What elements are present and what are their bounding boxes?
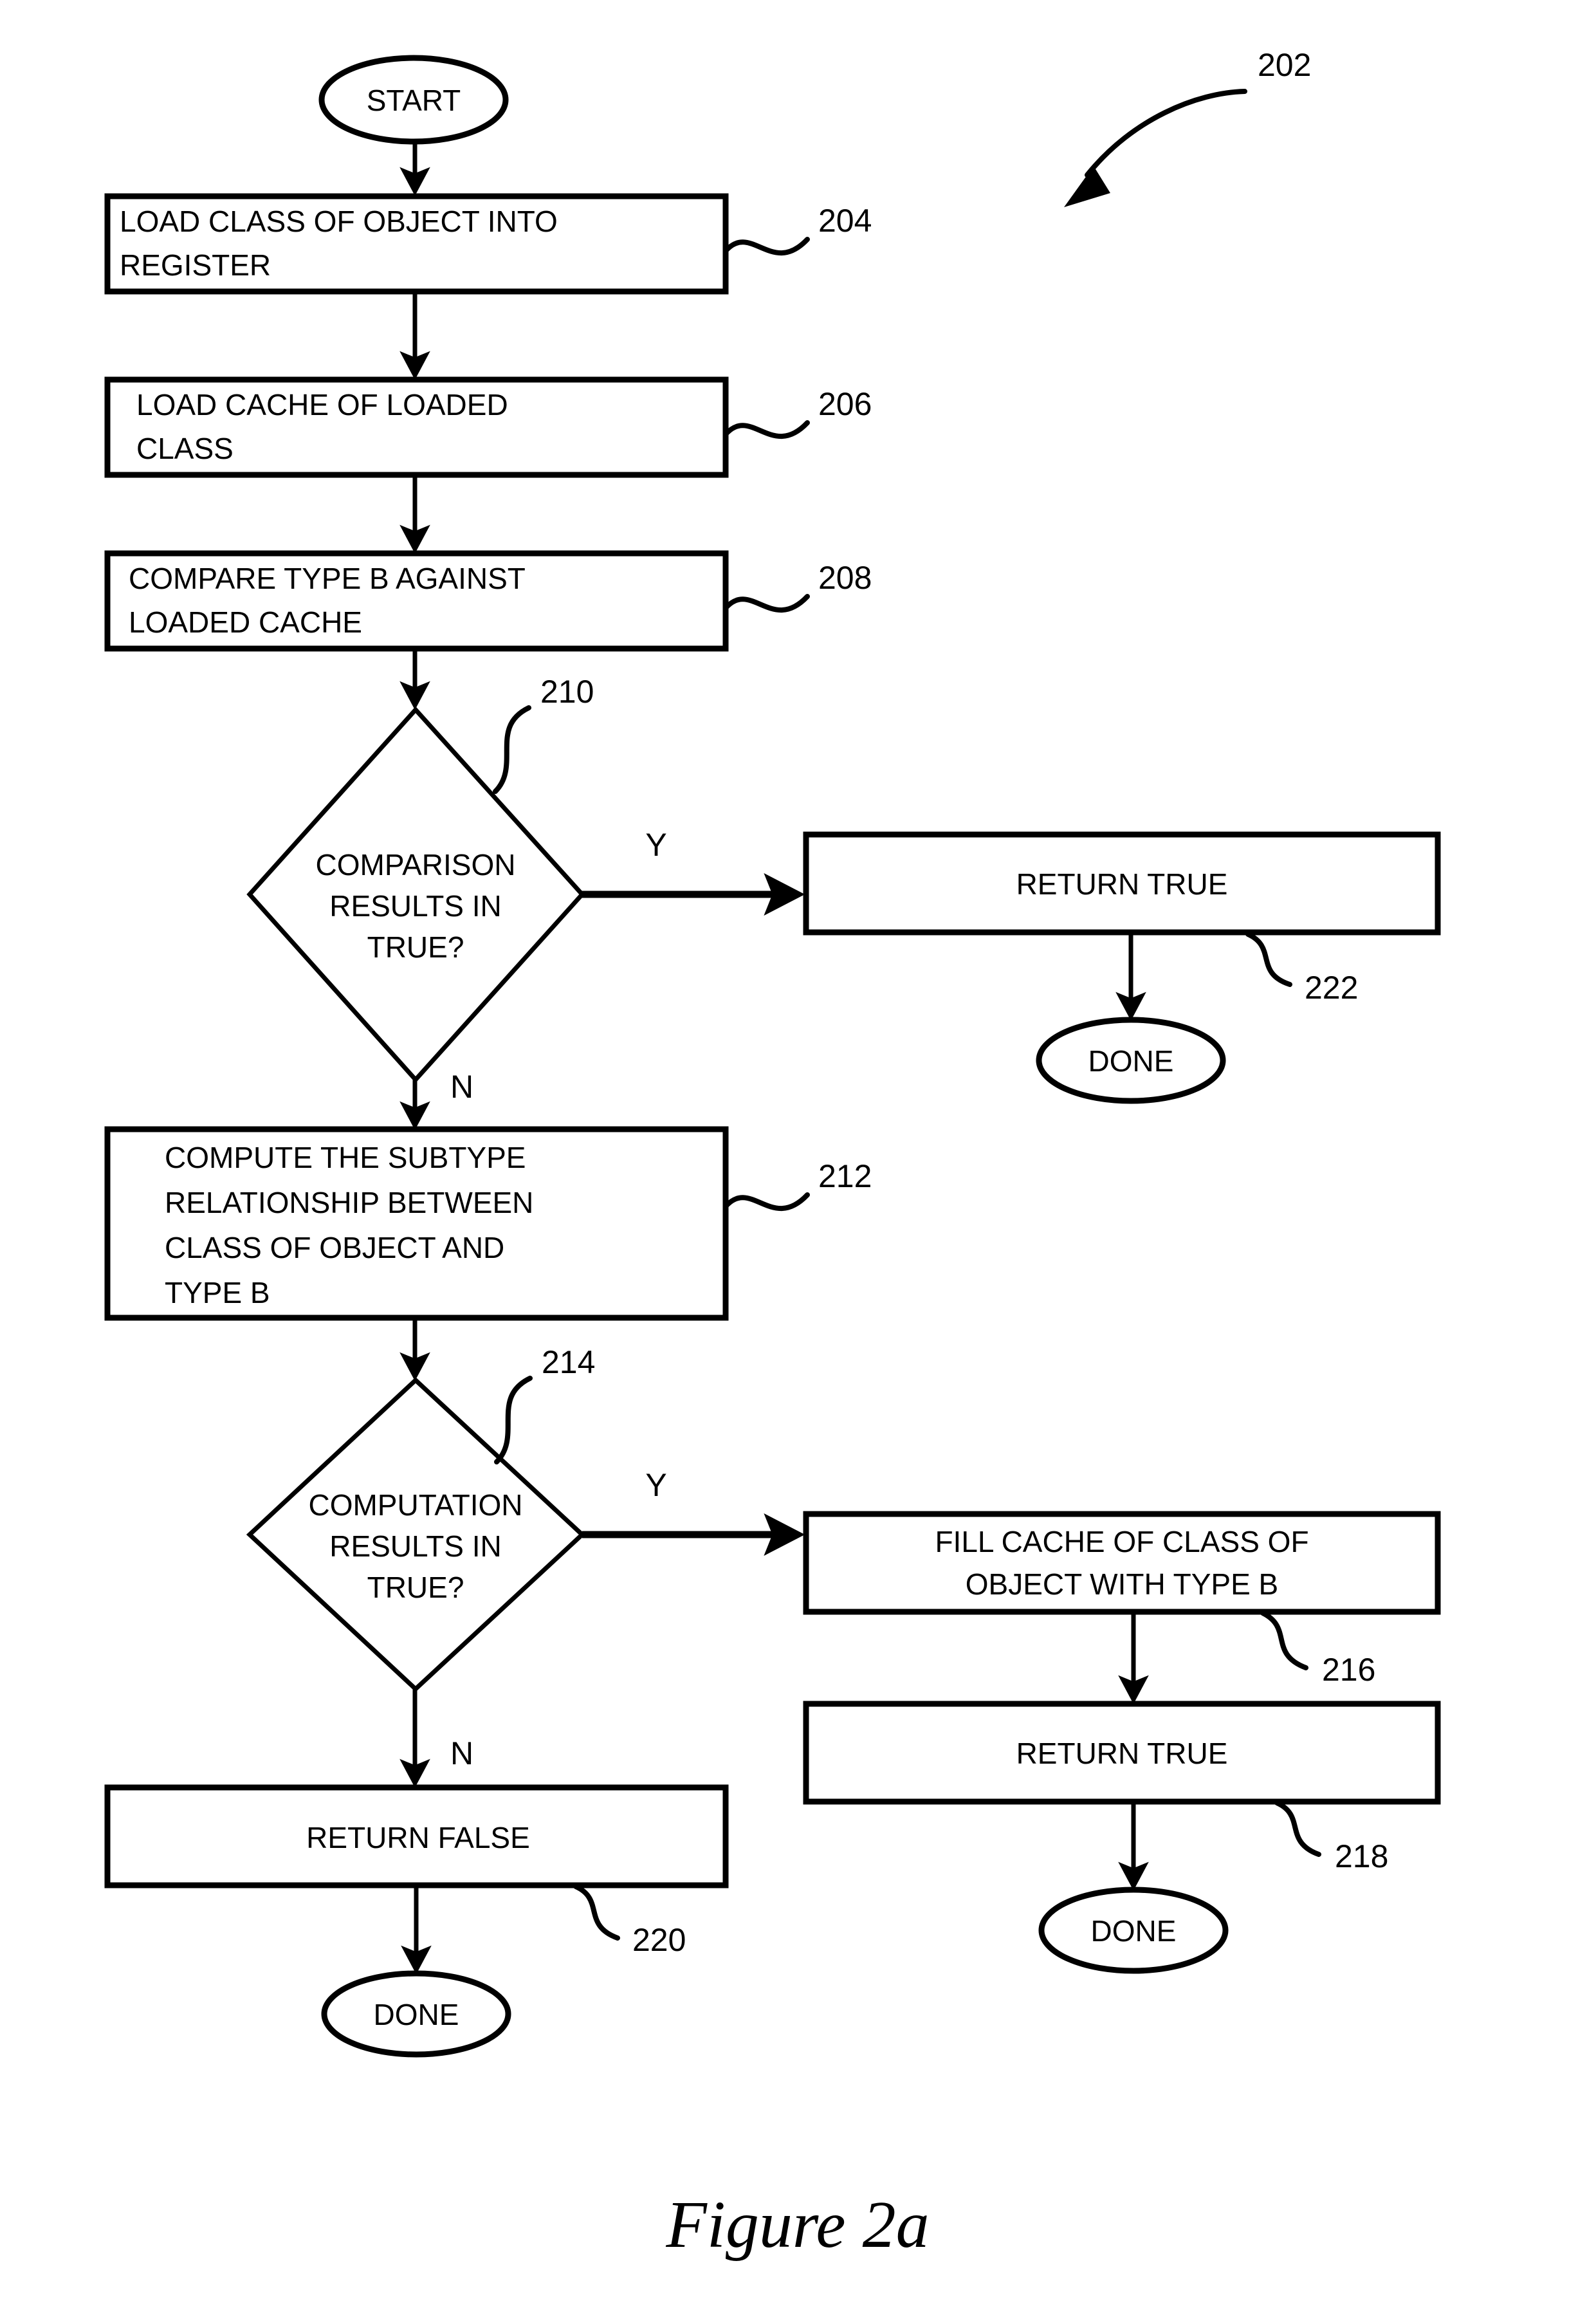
ref-label-218: 218 xyxy=(1335,1838,1388,1874)
node-204-line1: LOAD CLASS OF OBJECT INTO xyxy=(120,205,558,238)
node-210-line2: RESULTS IN xyxy=(329,889,502,923)
ref-leader-222 xyxy=(1245,932,1292,987)
node-done-222-label: DONE xyxy=(1088,1044,1174,1078)
edge-label-yes-214: Y xyxy=(645,1467,666,1503)
ref-leader-210 xyxy=(493,705,531,794)
node-212-line4: TYPE B xyxy=(165,1276,270,1309)
node-212-line2: RELATIONSHIP BETWEEN xyxy=(165,1186,533,1219)
node-208-line1: COMPARE TYPE B AGAINST xyxy=(129,562,526,595)
edge-label-yes-210: Y xyxy=(645,827,666,863)
node-216[interactable]: FILL CACHE OF CLASS OF OBJECT WITH TYPE … xyxy=(803,1511,1441,1615)
node-212-line1: COMPUTE THE SUBTYPE xyxy=(165,1141,526,1174)
node-212[interactable]: COMPUTE THE SUBTYPE RELATIONSHIP BETWEEN… xyxy=(104,1126,729,1321)
node-done-218-label: DONE xyxy=(1091,1914,1177,1948)
node-208-line2: LOADED CACHE xyxy=(129,605,362,639)
node-start-label: START xyxy=(367,84,461,117)
node-220[interactable]: RETURN FALSE xyxy=(104,1784,729,1888)
ref-label-222: 222 xyxy=(1305,970,1358,1006)
ref-label-206: 206 xyxy=(818,386,872,422)
patent-figure-page: 202 START LOAD CLASS OF OBJECT INTO REGI… xyxy=(0,0,1596,2317)
node-start[interactable]: START xyxy=(318,55,509,145)
ref-label-212: 212 xyxy=(818,1158,872,1194)
node-214-line1: COMPUTATION xyxy=(308,1488,522,1522)
node-210-line1: COMPARISON xyxy=(316,848,516,882)
node-208[interactable]: COMPARE TYPE B AGAINST LOADED CACHE xyxy=(104,550,729,652)
overall-ref-leader-202 xyxy=(1064,89,1247,207)
ref-leader-214 xyxy=(494,1376,533,1464)
node-222[interactable]: RETURN TRUE xyxy=(803,831,1441,936)
node-218[interactable]: RETURN TRUE xyxy=(803,1701,1441,1805)
node-206-line1: LOAD CACHE OF LOADED xyxy=(136,388,508,421)
node-214-line3: TRUE? xyxy=(367,1571,464,1604)
node-206[interactable]: LOAD CACHE OF LOADED CLASS xyxy=(104,376,729,478)
node-214-line2: RESULTS IN xyxy=(329,1529,502,1563)
node-216-line1: FILL CACHE OF CLASS OF xyxy=(935,1525,1308,1558)
node-done-220[interactable]: DONE xyxy=(321,1970,511,2058)
node-done-220-label: DONE xyxy=(374,1998,459,2031)
node-206-line2: CLASS xyxy=(136,432,234,465)
ref-label-220: 220 xyxy=(632,1922,686,1958)
figure-caption: Figure 2a xyxy=(665,2188,929,2262)
ref-label-210: 210 xyxy=(540,674,594,710)
node-216-line2: OBJECT WITH TYPE B xyxy=(966,1567,1278,1601)
node-204-line2: REGISTER xyxy=(120,248,271,282)
node-210-line3: TRUE? xyxy=(367,930,464,964)
ref-leader-206 xyxy=(723,420,810,439)
node-222-line1: RETURN TRUE xyxy=(1016,867,1228,901)
ref-label-208: 208 xyxy=(818,560,872,596)
ref-leader-204 xyxy=(723,237,810,255)
ref-label-204: 204 xyxy=(818,203,872,239)
node-done-222[interactable]: DONE xyxy=(1036,1017,1226,1104)
ref-leader-208 xyxy=(723,594,810,613)
node-210[interactable]: COMPARISON RESULTS IN TRUE? xyxy=(246,706,585,1084)
flowchart-svg: 202 START LOAD CLASS OF OBJECT INTO REGI… xyxy=(104,47,1441,2262)
ref-leader-216 xyxy=(1260,1611,1308,1670)
node-214[interactable]: COMPUTATION RESULTS IN TRUE? xyxy=(246,1377,586,1692)
node-212-line3: CLASS OF OBJECT AND xyxy=(165,1231,504,1264)
ref-label-202: 202 xyxy=(1258,47,1311,83)
ref-label-214: 214 xyxy=(542,1344,595,1380)
ref-leader-218 xyxy=(1274,1800,1321,1857)
node-204[interactable]: LOAD CLASS OF OBJECT INTO REGISTER xyxy=(104,193,729,295)
node-218-line1: RETURN TRUE xyxy=(1016,1737,1228,1770)
edge-label-no-210: N xyxy=(450,1069,473,1105)
edge-label-no-214: N xyxy=(450,1735,473,1771)
node-done-218[interactable]: DONE xyxy=(1038,1887,1229,1974)
ref-label-216: 216 xyxy=(1322,1652,1375,1688)
node-220-line1: RETURN FALSE xyxy=(306,1821,530,1854)
ref-leader-212 xyxy=(723,1192,810,1211)
ref-leader-220 xyxy=(573,1884,620,1941)
